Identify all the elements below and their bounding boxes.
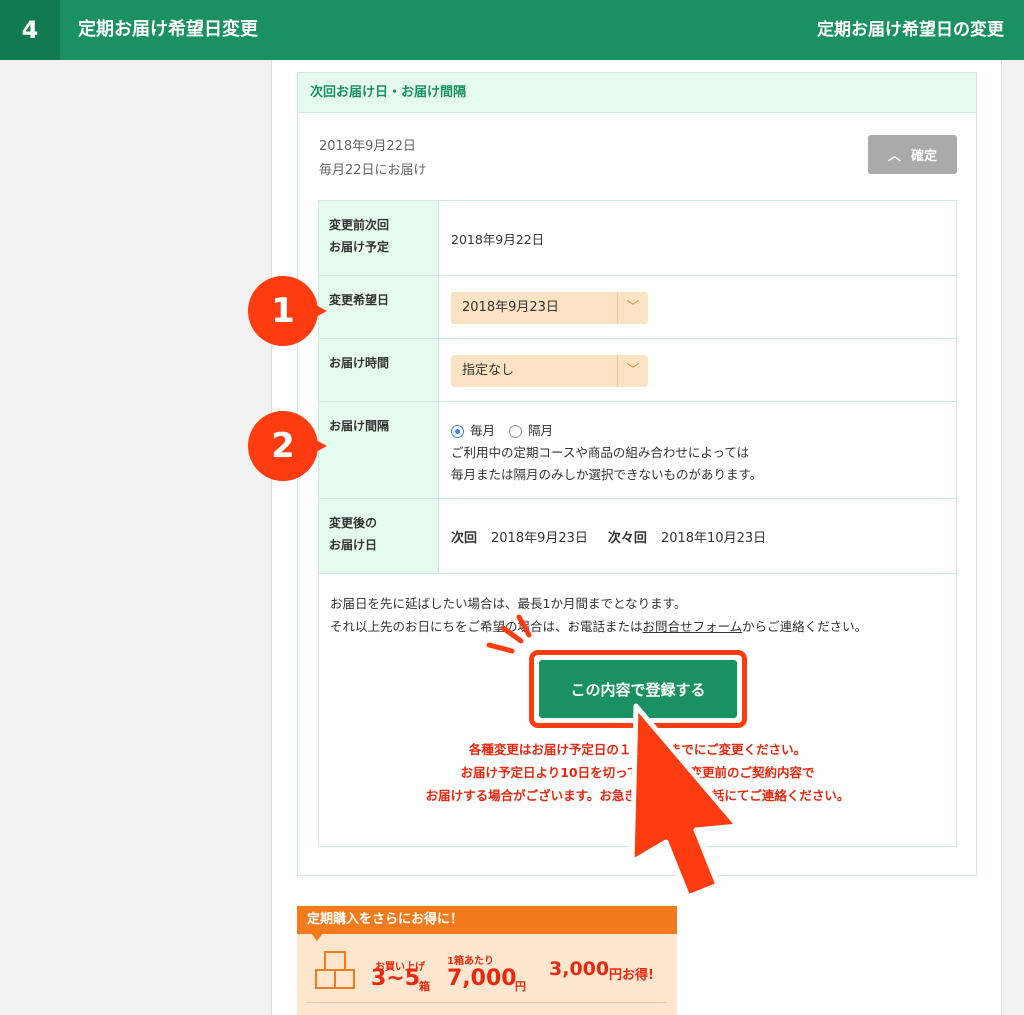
radio-bimonthly[interactable] [509, 424, 523, 438]
next-label: 次回 [451, 530, 478, 546]
note-line: それ以上先のお日にちをご希望の場合は、お電話またはお問合せフォームからご連絡くだ… [330, 619, 868, 634]
desired-date-value: 2018年9月23日 [462, 300, 559, 315]
confirm-button-label: 確定 [911, 149, 938, 164]
form-label: 変更前次回 お届け予定 [319, 201, 439, 275]
promo-per-box-price: 7,000 [447, 966, 517, 991]
panel-heading: 次回お届け日・お届け間隔 [298, 73, 976, 113]
promo-discount-value: 3,000 [549, 958, 610, 980]
step-number: 4 [0, 0, 60, 60]
boxes-icon [315, 951, 355, 989]
promo-per-box-unit: 円 [515, 980, 526, 993]
warning-line: お届けする場合がございます。お急ぎの場合はお電話にてご連絡ください。 [425, 788, 850, 803]
radio-label-bimonthly[interactable]: 隔月 [528, 420, 553, 442]
promo-buy-range: 3~5 [371, 966, 421, 991]
form-row-previous-date: 変更前次回 お届け予定 2018年9月22日 [319, 201, 956, 276]
radio-monthly[interactable] [451, 424, 464, 438]
form-row-interval: お届け間隔 毎月 隔月 ご利用中の定期コースや商品の組み合わせによっては 毎月ま… [319, 402, 956, 499]
next-date: 2018年9月23日 [491, 530, 588, 546]
desired-date-select[interactable]: 2018年9月23日 ﹀ [451, 292, 648, 324]
form-label: お届け間隔 [319, 402, 439, 498]
page-header: 4 定期お届け希望日変更 定期お届け希望日の変更 [0, 0, 1024, 60]
after-next-date: 2018年10月23日 [660, 530, 767, 546]
interval-note: ご利用中の定期コースや商品の組み合わせによっては [451, 445, 750, 460]
page-title: 定期お届け希望日変更 [78, 19, 258, 40]
chevron-up-icon: ︿ [887, 149, 901, 164]
confirm-button[interactable]: ︿ 確定 [868, 135, 957, 174]
delivery-panel: 次回お届け日・お届け間隔 2018年9月22日 毎月22日にお届け ︿ 確定 変… [297, 72, 977, 876]
promo-divider [307, 1002, 667, 1003]
note-line: お届日を先に延ばしたい場合は、最長1か月間までとなります。 [330, 596, 687, 611]
promo-title: 定期購入をさらにお得に！ [297, 906, 677, 934]
contact-form-link[interactable]: お問合せフォーム [643, 619, 743, 634]
register-button-highlight: この内容で登録する [529, 650, 747, 728]
header-right-title: 定期お届け希望日の変更 [817, 20, 1004, 40]
change-form-table: 変更前次回 お届け予定 2018年9月22日 変更希望日 2018年9月23日 … [318, 200, 957, 847]
promo-discount-unit: 円お得! [609, 968, 654, 983]
form-label: 変更後の お届け日 [319, 499, 439, 573]
chevron-down-icon: ﹀ [617, 355, 648, 387]
annotation-marker-2: 2 [248, 411, 327, 481]
interval-radio-group: 毎月 隔月 [451, 420, 944, 442]
warning-line: 各種変更はお届け予定日の１０日前までにご変更ください。 [468, 742, 807, 757]
promo-buy-unit: 箱 [419, 980, 430, 993]
radio-label-monthly[interactable]: 毎月 [470, 420, 495, 442]
notes-area: お届日を先に延ばしたい場合は、最長1か月間までとなります。 それ以上先のお日にち… [319, 574, 956, 846]
current-delivery-interval: 毎月22日にお届け [319, 163, 427, 178]
after-next-label: 次々回 [607, 530, 647, 546]
delivery-time-select[interactable]: 指定なし ﹀ [451, 355, 648, 387]
form-row-new-dates: 変更後の お届け日 次回 2018年9月23日 次々回 2018年10月23日 [319, 499, 956, 574]
chevron-down-icon: ﹀ [617, 292, 648, 324]
promo-per-box-label: 1箱あたり [447, 956, 494, 967]
register-button[interactable]: この内容で登録する [539, 660, 737, 718]
previous-delivery-date: 2018年9月22日 [451, 231, 545, 247]
interval-note: 毎月または隔月のみしか選択できないものがあります。 [451, 467, 763, 482]
annotation-marker-1: 1 [248, 276, 327, 346]
form-row-delivery-time: お届け時間 指定なし ﹀ [319, 339, 956, 402]
current-delivery-date: 2018年9月22日 [319, 139, 416, 154]
form-row-desired-date: 変更希望日 2018年9月23日 ﹀ [319, 276, 956, 339]
delivery-time-value: 指定なし [462, 363, 515, 378]
warning-line: お届け予定日より10日を切っての場合、変更前のご契約内容で [460, 765, 815, 780]
promo-banner[interactable]: 定期購入をさらにお得に！ お買い上げ 3~5 箱 1箱あたり 7,000 円 3… [297, 906, 677, 1015]
form-label: 変更希望日 [319, 276, 439, 338]
form-label: お届け時間 [319, 339, 439, 401]
